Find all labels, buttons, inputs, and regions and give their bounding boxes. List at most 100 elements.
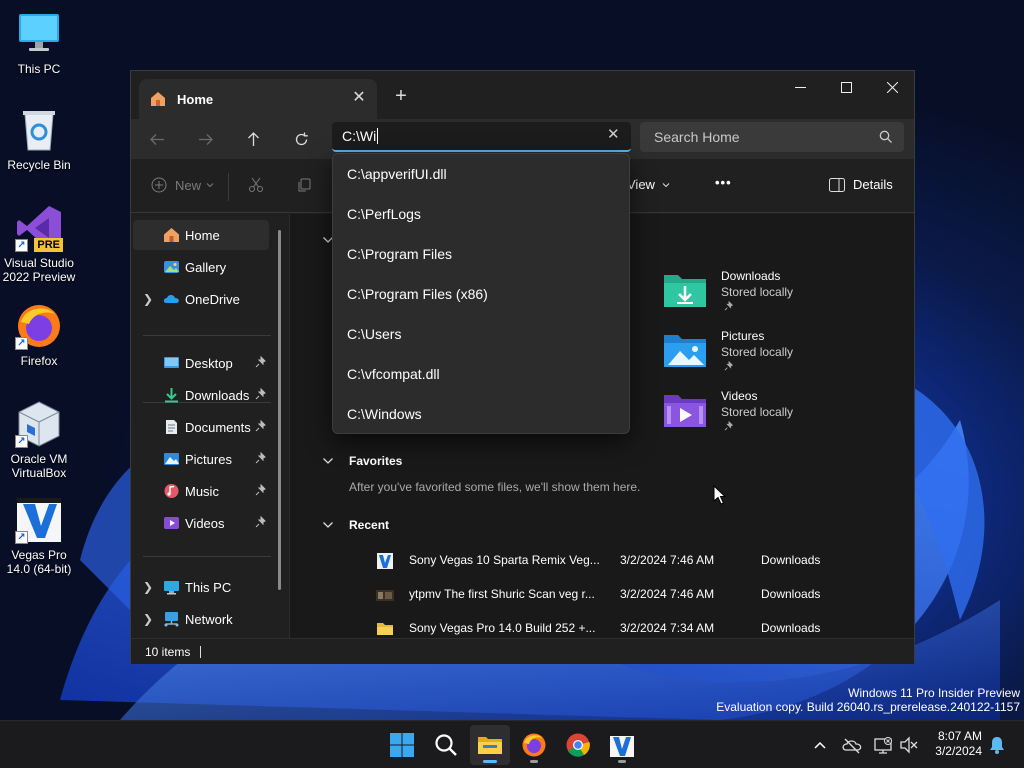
favorites-empty-message: After you've favorited some files, we'll… (349, 480, 641, 494)
pin-icon[interactable] (255, 420, 267, 432)
address-suggestion[interactable]: C:\Program Files (347, 246, 452, 262)
sidebar-item-desktop[interactable]: Desktop (133, 348, 269, 378)
address-suggestion[interactable]: C:\Users (347, 326, 401, 342)
firefox-icon: ↗ (15, 302, 63, 350)
sidebar-item-home[interactable]: Home (133, 220, 269, 250)
notification-bell-icon[interactable] (987, 735, 1007, 755)
videos-folder-icon (164, 517, 179, 529)
music-folder-icon (164, 484, 179, 498)
quick-access-pictures[interactable]: Pictures Stored locally (662, 329, 862, 381)
view-button[interactable]: View (627, 177, 671, 192)
quick-access-downloads[interactable]: Downloads Stored locally (662, 269, 862, 321)
chrome-icon (566, 733, 590, 757)
address-suggestion[interactable]: C:\Windows (347, 406, 422, 422)
chevron-down-icon[interactable] (322, 519, 334, 531)
table-row[interactable]: ytpmv The first Shuric Scan veg r... 3/2… (366, 578, 826, 610)
recent-file-name: Sony Vegas 10 Sparta Remix Veg... (409, 553, 599, 567)
recent-file-location: Downloads (761, 553, 821, 567)
search-input[interactable]: Search Home (640, 122, 904, 152)
pin-icon[interactable] (255, 356, 267, 368)
plus-circle-icon (151, 177, 167, 193)
desktop-icon-firefox[interactable]: ↗ Firefox (2, 302, 76, 368)
taskbar-chrome[interactable] (558, 725, 598, 765)
sidebar-item-gallery[interactable]: Gallery (133, 252, 269, 282)
cut-button[interactable] (248, 177, 264, 193)
this-pc-icon (164, 581, 179, 595)
address-suggestion[interactable]: C:\vfcompat.dll (347, 366, 440, 382)
pin-icon[interactable] (255, 452, 267, 464)
minimize-button[interactable] (777, 71, 823, 103)
close-tab-button[interactable]: ✕ (351, 90, 367, 106)
pin-icon[interactable] (255, 484, 267, 496)
details-button-label: Details (853, 177, 893, 192)
close-window-button[interactable] (869, 71, 915, 103)
quick-access-videos[interactable]: Videos Stored locally (662, 389, 862, 441)
item-count: 10 items (145, 644, 191, 659)
sidebar-item-onedrive[interactable]: ❯ OneDrive (133, 284, 269, 314)
taskbar-search-button[interactable] (426, 725, 466, 765)
new-button[interactable]: New (151, 177, 215, 193)
documents-folder-icon (166, 420, 177, 434)
sidebar-item-network[interactable]: ❯ Network (133, 604, 269, 634)
new-tab-button[interactable]: + (389, 85, 413, 109)
gallery-icon (164, 261, 179, 273)
pin-icon[interactable] (255, 516, 267, 528)
pin-icon (724, 361, 734, 371)
taskbar-firefox[interactable] (514, 725, 554, 765)
address-suggestion[interactable]: C:\Program Files (x86) (347, 286, 488, 302)
pin-icon (724, 301, 734, 311)
taskbar-vegas-pro[interactable] (602, 725, 642, 765)
desktop-icon-virtualbox[interactable]: ↗ Oracle VM VirtualBox (2, 400, 76, 480)
desktop-icon-vegas-pro[interactable]: ↗ Vegas Pro 14.0 (64-bit) (2, 496, 76, 576)
sidebar-item-this-pc[interactable]: ❯ This PC (133, 572, 269, 602)
chevron-down-icon[interactable] (322, 455, 334, 467)
refresh-button[interactable] (289, 127, 313, 151)
sidebar-label: Network (185, 611, 233, 627)
chevron-up-icon[interactable] (810, 735, 830, 755)
start-button[interactable] (382, 725, 422, 765)
favorites-section-title[interactable]: Favorites (349, 454, 402, 468)
network-icon[interactable] (873, 735, 893, 755)
address-suggestion[interactable]: C:\PerfLogs (347, 206, 421, 222)
address-input[interactable]: C:\Wi ✕ (332, 122, 631, 152)
up-button[interactable] (241, 127, 265, 151)
desktop-icon-this-pc[interactable]: This PC (2, 10, 76, 76)
chevron-right-icon[interactable]: ❯ (143, 581, 153, 593)
onedrive-offline-icon[interactable] (842, 735, 862, 755)
chevron-right-icon[interactable]: ❯ (143, 293, 153, 305)
desktop-icon-label: Visual Studio 2022 Preview (2, 256, 76, 284)
sidebar-item-pictures[interactable]: Pictures (133, 444, 269, 474)
sidebar-label: Music (185, 483, 219, 499)
chevron-right-icon[interactable]: ❯ (143, 613, 153, 625)
shortcut-arrow-icon: ↗ (15, 531, 28, 544)
copy-button[interactable] (296, 177, 312, 193)
vegas-pro-icon: ↗ (15, 496, 63, 544)
address-suggestion[interactable]: C:\appverifUI.dll (347, 166, 447, 182)
forward-button[interactable] (193, 127, 217, 151)
search-placeholder: Search Home (654, 129, 740, 145)
table-row[interactable]: Sony Vegas 10 Sparta Remix Veg... 3/2/20… (366, 544, 826, 576)
sidebar-label: This PC (185, 579, 232, 595)
maximize-button[interactable] (823, 71, 869, 103)
pictures-folder-icon (664, 335, 706, 367)
details-pane-button[interactable]: Details (829, 177, 893, 192)
tab-home[interactable]: Home ✕ (139, 79, 377, 119)
taskbar-file-explorer[interactable] (470, 725, 510, 765)
sidebar-scrollbar[interactable] (278, 230, 281, 590)
sidebar-item-videos[interactable]: Videos (133, 508, 269, 538)
sidebar-item-music[interactable]: Music (133, 476, 269, 506)
pin-icon[interactable] (255, 388, 267, 400)
taskbar: 8:07 AM 3/2/2024 (0, 720, 1024, 768)
back-button[interactable] (145, 127, 169, 151)
address-input-value: C:\Wi (342, 128, 377, 144)
more-options-button[interactable]: ••• (715, 175, 732, 190)
sidebar-item-documents[interactable]: Documents (133, 412, 269, 442)
volume-muted-icon[interactable] (899, 735, 919, 755)
taskbar-clock[interactable]: 8:07 AM 3/2/2024 (935, 729, 982, 759)
clear-address-button[interactable]: ✕ (607, 127, 621, 142)
recent-section-title[interactable]: Recent (349, 518, 389, 532)
desktop-icon-recycle-bin[interactable]: Recycle Bin (2, 106, 76, 172)
sidebar-item-downloads[interactable]: Downloads (133, 380, 269, 410)
desktop-icon-visual-studio[interactable]: PRE ↗ Visual Studio 2022 Preview (2, 204, 76, 284)
quick-access-name: Videos (721, 389, 758, 403)
